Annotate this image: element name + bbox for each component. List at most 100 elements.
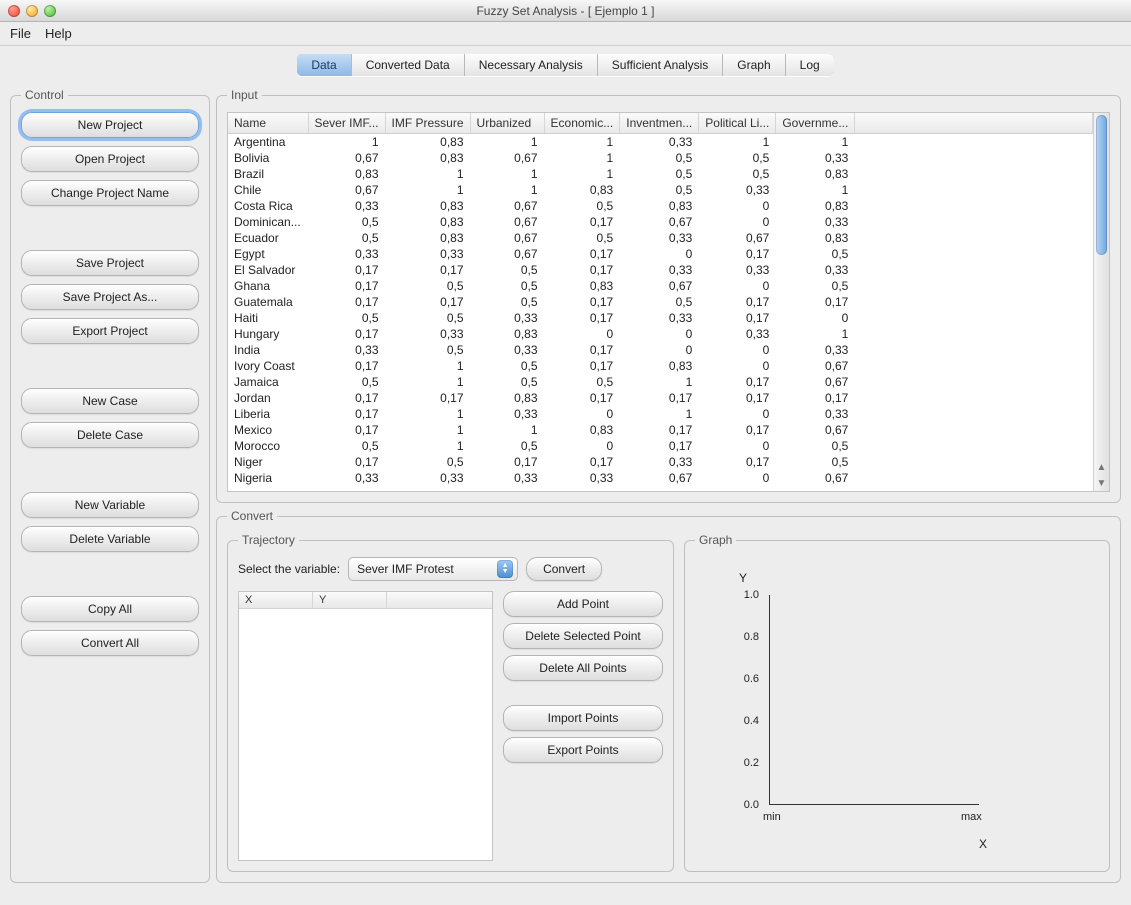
table-row[interactable]: Dominican...0,50,830,670,170,6700,33: [228, 214, 1093, 230]
new-case-button[interactable]: New Case: [21, 388, 199, 414]
tab-graph[interactable]: Graph: [723, 54, 785, 76]
export-points-button[interactable]: Export Points: [503, 737, 663, 763]
cell-value: 0,83: [620, 358, 699, 374]
table-row[interactable]: Argentina10,83110,3311: [228, 134, 1093, 151]
scroll-down-icon[interactable]: ▼: [1094, 475, 1109, 491]
input-column-header[interactable]: Urbanized: [470, 113, 544, 134]
cell-value: 0: [544, 406, 620, 422]
xy-table[interactable]: X Y: [238, 591, 493, 861]
cell-name: Jamaica: [228, 374, 308, 390]
input-column-header[interactable]: Name: [228, 113, 308, 134]
table-row[interactable]: Mexico0,17110,830,170,170,67: [228, 422, 1093, 438]
add-point-button[interactable]: Add Point: [503, 591, 663, 617]
export-project-button[interactable]: Export Project: [21, 318, 199, 344]
cell-value: 0,5: [470, 374, 544, 390]
cell-name: Egypt: [228, 246, 308, 262]
tab-data[interactable]: Data: [297, 54, 351, 76]
cell-value: 0,67: [470, 214, 544, 230]
table-row[interactable]: Morocco0,510,500,1700,5: [228, 438, 1093, 454]
table-row[interactable]: Niger0,170,50,170,170,330,170,5: [228, 454, 1093, 470]
table-row[interactable]: Guatemala0,170,170,50,170,50,170,17: [228, 294, 1093, 310]
input-column-header[interactable]: IMF Pressure: [385, 113, 470, 134]
input-column-header[interactable]: Economic...: [544, 113, 620, 134]
table-row[interactable]: Ghana0,170,50,50,830,6700,5: [228, 278, 1093, 294]
chart-xtick: min: [763, 811, 781, 823]
delete-variable-button[interactable]: Delete Variable: [21, 526, 199, 552]
cell-name: Liberia: [228, 406, 308, 422]
cell-name: Hungary: [228, 326, 308, 342]
cell-value: 0,33: [699, 182, 776, 198]
new-variable-button[interactable]: New Variable: [21, 492, 199, 518]
new-project-button[interactable]: New Project: [21, 112, 199, 138]
cell-value: 0,67: [776, 374, 855, 390]
table-row[interactable]: Jamaica0,510,50,510,170,67: [228, 374, 1093, 390]
table-row[interactable]: Liberia0,1710,330100,33: [228, 406, 1093, 422]
save-project-as-button[interactable]: Save Project As...: [21, 284, 199, 310]
cell-value: 0,17: [699, 374, 776, 390]
tab-sufficient[interactable]: Sufficient Analysis: [598, 54, 724, 76]
input-column-header[interactable]: Political Li...: [699, 113, 776, 134]
table-row[interactable]: Chile0,67110,830,50,331: [228, 182, 1093, 198]
table-row[interactable]: Haiti0,50,50,330,170,330,170: [228, 310, 1093, 326]
input-column-header[interactable]: Governme...: [776, 113, 855, 134]
input-column-header[interactable]: Inventmen...: [620, 113, 699, 134]
table-row[interactable]: Nigeria0,330,330,330,330,6700,67: [228, 470, 1093, 486]
delete-all-points-button[interactable]: Delete All Points: [503, 655, 663, 681]
table-row[interactable]: Ivory Coast0,1710,50,170,8300,67: [228, 358, 1093, 374]
cell-name: Chile: [228, 182, 308, 198]
table-row[interactable]: India0,330,50,330,17000,33: [228, 342, 1093, 358]
input-column-header[interactable]: Sever IMF...: [308, 113, 385, 134]
save-project-button[interactable]: Save Project: [21, 250, 199, 276]
menu-help[interactable]: Help: [45, 26, 72, 41]
cell-value: 0,17: [470, 454, 544, 470]
table-row[interactable]: Ecuador0,50,830,670,50,330,670,83: [228, 230, 1093, 246]
menubar: File Help: [0, 22, 1131, 46]
menu-file[interactable]: File: [10, 26, 31, 41]
import-points-button[interactable]: Import Points: [503, 705, 663, 731]
tab-converted[interactable]: Converted Data: [352, 54, 465, 76]
cell-value: 0,67: [470, 246, 544, 262]
input-scrollbar[interactable]: ▲ ▼: [1093, 113, 1109, 491]
cell-name: Mexico: [228, 422, 308, 438]
open-project-button[interactable]: Open Project: [21, 146, 199, 172]
cell-value: 0,67: [470, 198, 544, 214]
cell-value: 0,5: [385, 342, 470, 358]
cell-value: 0,83: [385, 230, 470, 246]
cell-value: 0,5: [385, 278, 470, 294]
tab-log[interactable]: Log: [786, 54, 834, 76]
cell-value: 0,83: [620, 198, 699, 214]
cell-value: 0,33: [308, 470, 385, 486]
cell-value: 1: [470, 182, 544, 198]
convert-button[interactable]: Convert: [526, 557, 602, 581]
table-row[interactable]: Egypt0,330,330,670,1700,170,5: [228, 246, 1093, 262]
convert-all-button[interactable]: Convert All: [21, 630, 199, 656]
cell-value: 1: [776, 326, 855, 342]
table-row[interactable]: Hungary0,170,330,83000,331: [228, 326, 1093, 342]
table-row[interactable]: El Salvador0,170,170,50,170,330,330,33: [228, 262, 1093, 278]
cell-value: 0,17: [308, 390, 385, 406]
cell-value: 0,33: [470, 470, 544, 486]
cell-value: 1: [544, 150, 620, 166]
delete-selected-point-button[interactable]: Delete Selected Point: [503, 623, 663, 649]
table-row[interactable]: Jordan0,170,170,830,170,170,170,17: [228, 390, 1093, 406]
copy-all-button[interactable]: Copy All: [21, 596, 199, 622]
cell-value: 0,5: [308, 214, 385, 230]
scroll-up-icon[interactable]: ▲: [1094, 459, 1109, 475]
change-project-name-button[interactable]: Change Project Name: [21, 180, 199, 206]
table-row[interactable]: Costa Rica0,330,830,670,50,8300,83: [228, 198, 1093, 214]
tab-necessary[interactable]: Necessary Analysis: [465, 54, 598, 76]
scrollbar-thumb[interactable]: [1096, 115, 1107, 255]
chart-ytick: 0.6: [729, 673, 759, 685]
table-row[interactable]: Bolivia0,670,830,6710,50,50,33: [228, 150, 1093, 166]
select-variable-label: Select the variable:: [238, 562, 340, 576]
cell-value: 0,67: [308, 150, 385, 166]
input-table[interactable]: NameSever IMF...IMF PressureUrbanizedEco…: [228, 113, 1093, 486]
cell-value: 0,5: [776, 246, 855, 262]
delete-case-button[interactable]: Delete Case: [21, 422, 199, 448]
table-row[interactable]: Brazil0,831110,50,50,83: [228, 166, 1093, 182]
cell-value: 0,33: [308, 342, 385, 358]
cell-value: 0,33: [470, 310, 544, 326]
cell-value: 0,33: [620, 262, 699, 278]
select-arrows-icon: ▲▼: [497, 560, 513, 578]
variable-select[interactable]: Sever IMF Protest ▲▼: [348, 557, 518, 581]
